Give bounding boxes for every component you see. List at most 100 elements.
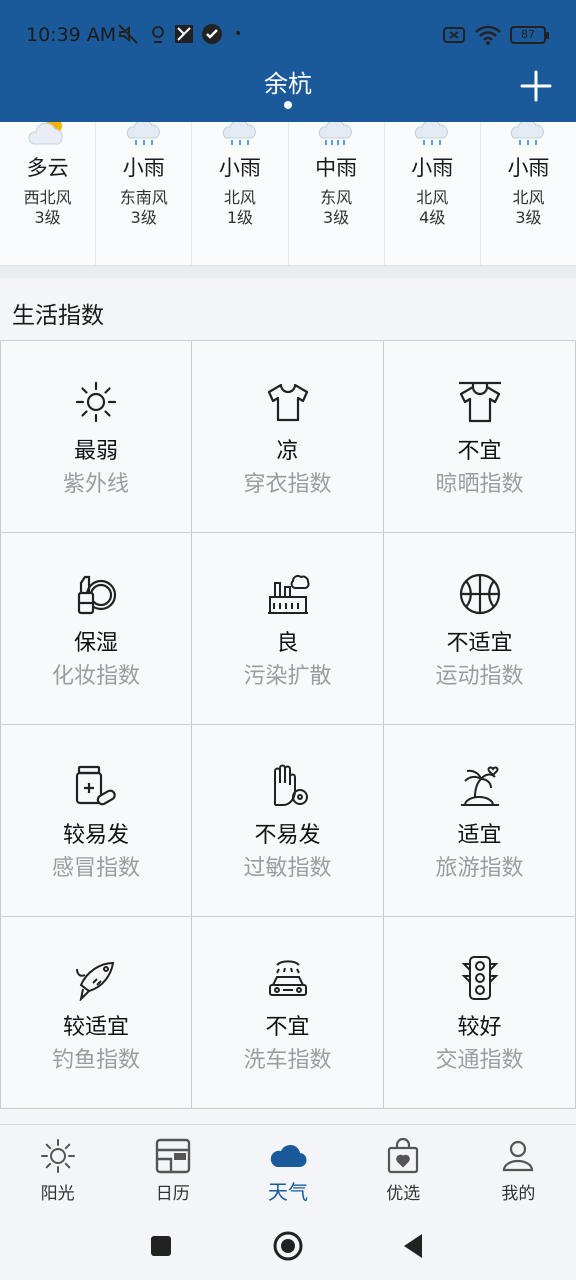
light-rain-icon (415, 122, 449, 145)
mute-icon (118, 24, 138, 44)
index-value: 不易发 (254, 823, 321, 848)
life-index-cosmetics[interactable]: 保湿 化妆指数 (0, 533, 192, 725)
index-value: 较好 (457, 1015, 502, 1040)
forecast-wind-level: 1级 (226, 208, 254, 227)
app-header: 10:39 AM • 87 余杭 (0, 0, 576, 122)
wifi-icon (475, 25, 501, 45)
drying-clothes-icon (458, 381, 501, 423)
light-rain-icon (126, 122, 160, 145)
shopping-bag-icon (388, 1137, 419, 1174)
index-name: 晾晒指数 (435, 472, 524, 497)
forecast-condition: 小雨 (411, 156, 454, 180)
city-title[interactable]: 余杭 (0, 64, 576, 99)
calendar-icon (155, 1138, 190, 1174)
cosmetics-icon (77, 575, 117, 615)
tshirt-icon (267, 383, 308, 422)
medicine-icon (75, 765, 116, 806)
forecast-wind-level: 3级 (34, 208, 61, 227)
home-icon[interactable] (270, 1228, 306, 1264)
tab-sunshine[interactable]: 阳光 (0, 1125, 115, 1214)
fish-hook-icon (76, 961, 115, 1001)
forecast-day[interactable]: 小雨 北风 1级 (192, 122, 289, 265)
tab-label: 优选 (386, 1184, 421, 1204)
index-name: 污染扩散 (243, 664, 332, 689)
index-value: 不宜 (265, 1015, 310, 1040)
tab-label: 天气 (268, 1180, 308, 1204)
forecast-condition: 小雨 (507, 156, 550, 180)
more-notifications-dot: • (234, 26, 243, 42)
index-value: 保湿 (73, 631, 118, 656)
light-rain-icon (222, 122, 256, 145)
status-time: 10:39 AM (26, 24, 117, 46)
index-name: 穿衣指数 (243, 472, 332, 497)
allergy-hand-icon (273, 764, 308, 806)
status-bar: 10:39 AM • 87 (0, 18, 576, 52)
palm-island-icon (460, 766, 499, 806)
back-icon[interactable] (396, 1228, 432, 1264)
tab-weather[interactable]: 天气 (230, 1125, 345, 1214)
daily-forecast-strip[interactable]: 多云 西北风 3级 小雨 东南风 3级 小雨 北风 1级 中雨 东风 3级 小雨… (0, 122, 576, 266)
partly-cloudy-icon (28, 122, 63, 145)
tab-label: 日历 (155, 1184, 190, 1204)
forecast-day[interactable]: 中雨 东风 3级 (289, 122, 385, 265)
life-index-drying[interactable]: 不宜 晾晒指数 (384, 341, 576, 533)
index-name: 洗车指数 (243, 1048, 332, 1073)
system-navigation-bar (0, 1214, 576, 1280)
forecast-wind-level: 3级 (323, 208, 350, 227)
forecast-condition: 中雨 (315, 156, 358, 180)
life-index-car-wash[interactable]: 不宜 洗车指数 (192, 917, 384, 1109)
life-index-clothing[interactable]: 凉 穿衣指数 (192, 341, 384, 533)
tab-label: 我的 (501, 1184, 536, 1204)
forecast-condition: 小雨 (122, 156, 165, 180)
life-index-fishing[interactable]: 较适宜 钓鱼指数 (0, 917, 192, 1109)
index-value: 适宜 (457, 823, 502, 848)
car-wash-icon (268, 960, 307, 996)
page-indicator-dot (284, 101, 292, 109)
life-index-sports[interactable]: 不适宜 运动指数 (384, 533, 576, 725)
forecast-day[interactable]: 小雨 北风 4级 (385, 122, 481, 265)
battery-indicator: 87 (510, 26, 549, 44)
index-value: 较易发 (62, 823, 129, 848)
index-name: 交通指数 (435, 1048, 524, 1073)
index-value: 最弱 (73, 439, 118, 464)
moderate-rain-icon (318, 122, 352, 145)
life-index-grid: 最弱 紫外线 凉 穿衣指数 不宜 晾晒指数 保湿 化妆指数 良 污染扩散 不适宜… (0, 340, 576, 1109)
life-index-uv[interactable]: 最弱 紫外线 (0, 341, 192, 533)
forecast-wind-level: 3级 (515, 208, 542, 227)
index-name: 过敏指数 (243, 856, 332, 881)
life-index-traffic[interactable]: 较好 交通指数 (384, 917, 576, 1109)
forecast-day[interactable]: 小雨 北风 3级 (481, 122, 576, 265)
life-index-pollution[interactable]: 良 污染扩散 (192, 533, 384, 725)
add-city-icon[interactable] (518, 68, 554, 104)
tab-profile[interactable]: 我的 (461, 1125, 576, 1214)
index-name: 钓鱼指数 (51, 1048, 140, 1073)
bottom-navigation: 阳光 日历 天气 优选 我的 (0, 1124, 576, 1214)
index-name: 感冒指数 (51, 856, 140, 881)
profile-icon (503, 1140, 534, 1172)
index-name: 运动指数 (435, 664, 524, 689)
tab-calendar[interactable]: 日历 (115, 1125, 230, 1214)
no-sim-icon (443, 27, 465, 43)
tab-featured[interactable]: 优选 (346, 1125, 461, 1214)
forecast-condition: 多云 (26, 156, 69, 180)
section-divider (0, 266, 576, 278)
forecast-day[interactable]: 小雨 东南风 3级 (96, 122, 193, 265)
sun-icon (40, 1139, 75, 1173)
index-name: 化妆指数 (51, 664, 140, 689)
tab-label: 阳光 (40, 1184, 75, 1204)
index-value: 不适宜 (446, 631, 513, 656)
basketball-icon (459, 573, 500, 615)
forecast-day[interactable]: 多云 西北风 3级 (0, 122, 97, 265)
life-index-allergy[interactable]: 不易发 过敏指数 (192, 725, 384, 917)
app-notification-icon (175, 25, 193, 43)
index-value: 不宜 (457, 439, 502, 464)
recent-apps-icon[interactable] (143, 1228, 179, 1264)
life-index-title: 生活指数 (12, 303, 104, 329)
life-index-cold[interactable]: 较易发 感冒指数 (0, 725, 192, 917)
index-value: 良 (276, 631, 299, 656)
forecast-wind-level: 3级 (130, 208, 157, 227)
traffic-light-icon (461, 956, 498, 1000)
life-index-travel[interactable]: 适宜 旅游指数 (384, 725, 576, 917)
cloud-icon (270, 1144, 307, 1168)
factory-icon (267, 575, 310, 614)
